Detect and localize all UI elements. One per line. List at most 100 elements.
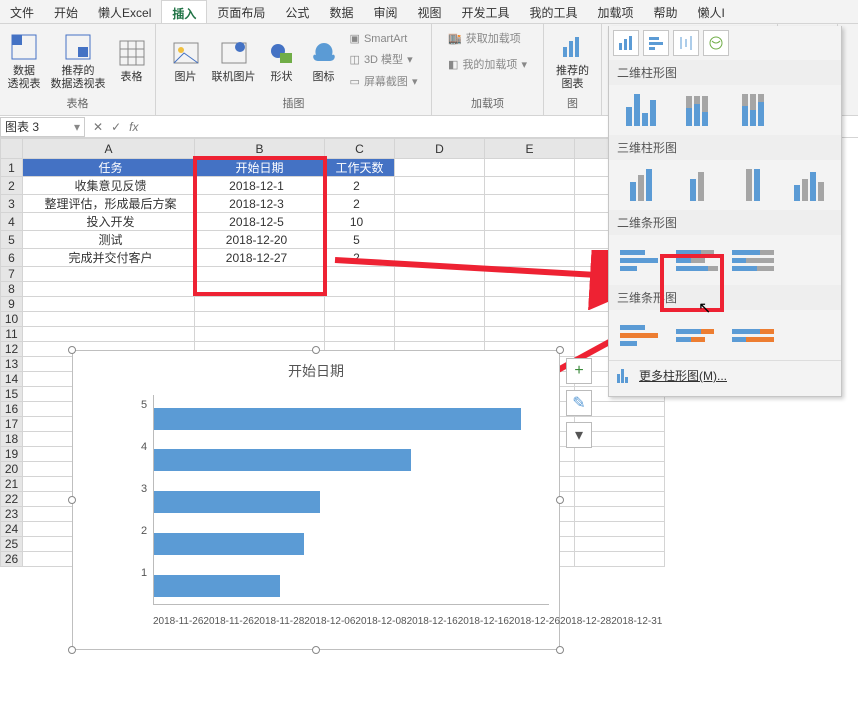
name-box[interactable]: 图表 3 ▾ — [0, 117, 85, 137]
smartart-button[interactable]: ▣SmartArt — [348, 30, 410, 47]
col-header-C[interactable]: C — [325, 139, 395, 159]
col-header-D[interactable]: D — [395, 139, 485, 159]
row-header[interactable]: 16 — [1, 402, 23, 417]
row-header[interactable]: 21 — [1, 477, 23, 492]
row-header[interactable]: 26 — [1, 552, 23, 567]
chart-3d-clustered-column[interactable] — [617, 166, 665, 204]
picture-button[interactable]: 图片 — [168, 35, 204, 85]
cell[interactable]: 2 — [325, 177, 395, 195]
cell[interactable]: 2018-12-27 — [195, 249, 325, 267]
enter-icon[interactable]: ✓ — [111, 120, 121, 134]
cell[interactable]: 2018-12-1 — [195, 177, 325, 195]
tab-insert[interactable]: 插入 — [161, 0, 207, 23]
tab-file[interactable]: 文件 — [0, 0, 44, 23]
chart-3d-stacked-bar[interactable] — [673, 316, 721, 354]
cell[interactable]: 2018-12-3 — [195, 195, 325, 213]
cell[interactable]: 整理评估，形成最后方案 — [23, 195, 195, 213]
cell[interactable]: 2018-12-20 — [195, 231, 325, 249]
row-header[interactable]: 4 — [1, 213, 23, 231]
chart-styles-button[interactable]: ✎ — [566, 390, 592, 416]
select-all-corner[interactable] — [1, 139, 23, 159]
online-picture-button[interactable]: 联机图片 — [210, 35, 258, 85]
col-header-B[interactable]: B — [195, 139, 325, 159]
chart-3d-100-stacked-column[interactable] — [729, 166, 777, 204]
header-start[interactable]: 开始日期 — [195, 159, 325, 177]
tab-addins[interactable]: 加载项 — [588, 0, 644, 23]
cell[interactable]: 5 — [325, 231, 395, 249]
chart-100-stacked-bar[interactable] — [729, 241, 777, 279]
row-header[interactable]: 12 — [1, 342, 23, 357]
chart-elements-button[interactable]: + — [566, 358, 592, 384]
column-chart-dropdown[interactable] — [613, 30, 639, 56]
row-header[interactable]: 11 — [1, 327, 23, 342]
cancel-icon[interactable]: ✕ — [93, 120, 103, 134]
my-addins-button[interactable]: ◧我的加载项▾ — [446, 54, 529, 74]
row-header[interactable]: 7 — [1, 267, 23, 282]
tab-developer[interactable]: 开发工具 — [451, 0, 519, 23]
stock-chart-dropdown[interactable] — [673, 30, 699, 56]
cell[interactable]: 10 — [325, 213, 395, 231]
row-header[interactable]: 5 — [1, 231, 23, 249]
row-header[interactable]: 8 — [1, 282, 23, 297]
chart-stacked-column[interactable] — [673, 91, 721, 129]
bar-chart-dropdown[interactable] — [643, 30, 669, 56]
row-header[interactable]: 6 — [1, 249, 23, 267]
tab-lazy2[interactable]: 懒人I — [688, 0, 735, 23]
row-header[interactable]: 20 — [1, 462, 23, 477]
row-header[interactable]: 2 — [1, 177, 23, 195]
row-header[interactable]: 9 — [1, 297, 23, 312]
cell[interactable]: 完成并交付客户 — [23, 249, 195, 267]
row-header[interactable]: 14 — [1, 372, 23, 387]
cell[interactable]: 2018-12-5 — [195, 213, 325, 231]
row-header[interactable]: 17 — [1, 417, 23, 432]
chart-3d-clustered-bar[interactable] — [617, 316, 665, 354]
tab-view[interactable]: 视图 — [407, 0, 451, 23]
tab-data[interactable]: 数据 — [319, 0, 363, 23]
col-header-A[interactable]: A — [23, 139, 195, 159]
more-column-charts[interactable]: 更多柱形图(M)... — [609, 360, 841, 390]
shapes-button[interactable]: 形状 — [264, 35, 300, 85]
row-header[interactable]: 10 — [1, 312, 23, 327]
map-chart-dropdown[interactable] — [703, 30, 729, 56]
header-task[interactable]: 任务 — [23, 159, 195, 177]
plot-area[interactable] — [153, 395, 549, 605]
row-header[interactable]: 25 — [1, 537, 23, 552]
row-header[interactable]: 1 — [1, 159, 23, 177]
row-header[interactable]: 13 — [1, 357, 23, 372]
recommended-pivot-button[interactable]: 推荐的 数据透视表 — [49, 29, 108, 91]
chart-3d-column[interactable] — [785, 166, 833, 204]
chart-filters-button[interactable]: ▾ — [566, 422, 592, 448]
embedded-chart[interactable]: 开始日期 5 4 3 2 1 2018-11-262018-11-26 2018… — [72, 350, 560, 650]
header-days[interactable]: 工作天数 — [325, 159, 395, 177]
row-header[interactable]: 23 — [1, 507, 23, 522]
fx-icon[interactable]: fx — [129, 120, 138, 134]
cell[interactable] — [395, 159, 485, 177]
pivot-table-button[interactable]: 数据 透视表 — [6, 29, 43, 91]
cell[interactable]: 收集意见反馈 — [23, 177, 195, 195]
row-header[interactable]: 19 — [1, 447, 23, 462]
chart-clustered-column[interactable] — [617, 91, 665, 129]
chart-title[interactable]: 开始日期 — [73, 351, 559, 385]
tab-mytools[interactable]: 我的工具 — [520, 0, 588, 23]
col-header-E[interactable]: E — [485, 139, 575, 159]
row-header[interactable]: 18 — [1, 432, 23, 447]
cell[interactable]: 测试 — [23, 231, 195, 249]
table-button[interactable]: 表格 — [114, 35, 150, 85]
tab-home[interactable]: 开始 — [44, 0, 88, 23]
3d-model-button[interactable]: ◫3D 模型▾ — [348, 49, 415, 69]
chart-clustered-bar[interactable] — [617, 241, 665, 279]
cell[interactable] — [485, 159, 575, 177]
chevron-down-icon[interactable]: ▾ — [74, 120, 80, 134]
tab-help[interactable]: 帮助 — [644, 0, 688, 23]
icons-button[interactable]: 图标 — [306, 35, 342, 85]
row-header[interactable]: 15 — [1, 387, 23, 402]
row-header[interactable]: 3 — [1, 195, 23, 213]
chart-100-stacked-column[interactable] — [729, 91, 777, 129]
cell[interactable]: 2 — [325, 249, 395, 267]
chart-3d-100-stacked-bar[interactable] — [729, 316, 777, 354]
tab-page-layout[interactable]: 页面布局 — [207, 0, 275, 23]
chart-3d-stacked-column[interactable] — [673, 166, 721, 204]
get-addins-button[interactable]: 🏬获取加载项 — [446, 28, 523, 48]
recommended-charts-button[interactable]: 推荐的 图表 — [554, 29, 591, 91]
chart-stacked-bar[interactable] — [673, 241, 721, 279]
